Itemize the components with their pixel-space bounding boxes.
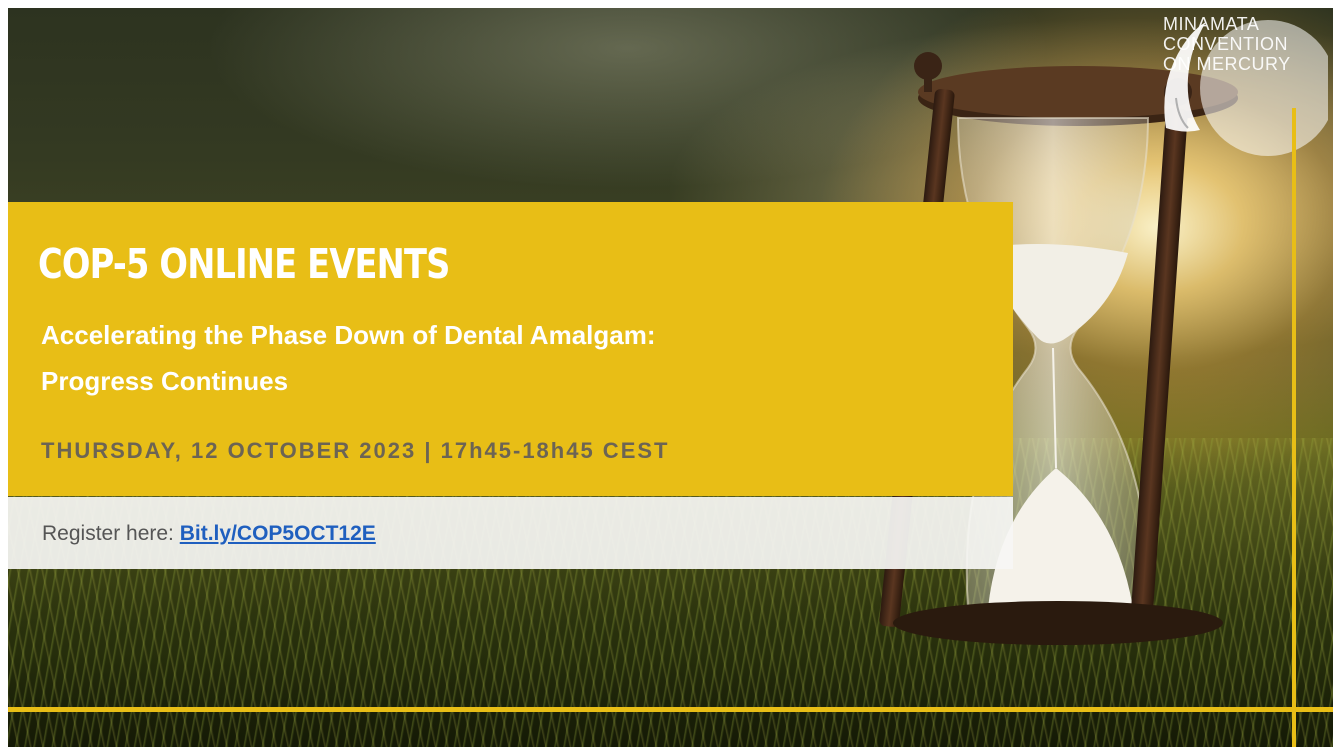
accent-horizontal-line	[8, 707, 1333, 712]
logo-line-2: CONVENTION	[1163, 34, 1289, 54]
logo-line-1: MINAMATA	[1163, 14, 1260, 34]
accent-vertical-line	[1292, 108, 1296, 747]
register-link[interactable]: Bit.ly/COP5OCT12E	[180, 522, 376, 545]
event-subtitle-line-1: Accelerating the Phase Down of Dental Am…	[41, 320, 656, 350]
event-date-time: THURSDAY, 12 OCTOBER 2023 | 17h45-18h45 …	[41, 438, 670, 463]
register-label: Register here:	[42, 522, 180, 545]
event-banner: MINAMATA CONVENTION ON MERCURY COP-5 ONL…	[8, 8, 1333, 747]
event-subtitle: Accelerating the Phase Down of Dental Am…	[41, 312, 1001, 404]
event-series-title: COP-5 ONLINE EVENTS	[38, 240, 450, 288]
logo-line-3: ON MERCURY	[1163, 54, 1291, 74]
register-line: Register here: Bit.ly/COP5OCT12E	[42, 522, 376, 546]
logo-text: MINAMATA CONVENTION ON MERCURY	[1163, 14, 1291, 74]
event-subtitle-line-2: Progress Continues	[41, 366, 289, 396]
